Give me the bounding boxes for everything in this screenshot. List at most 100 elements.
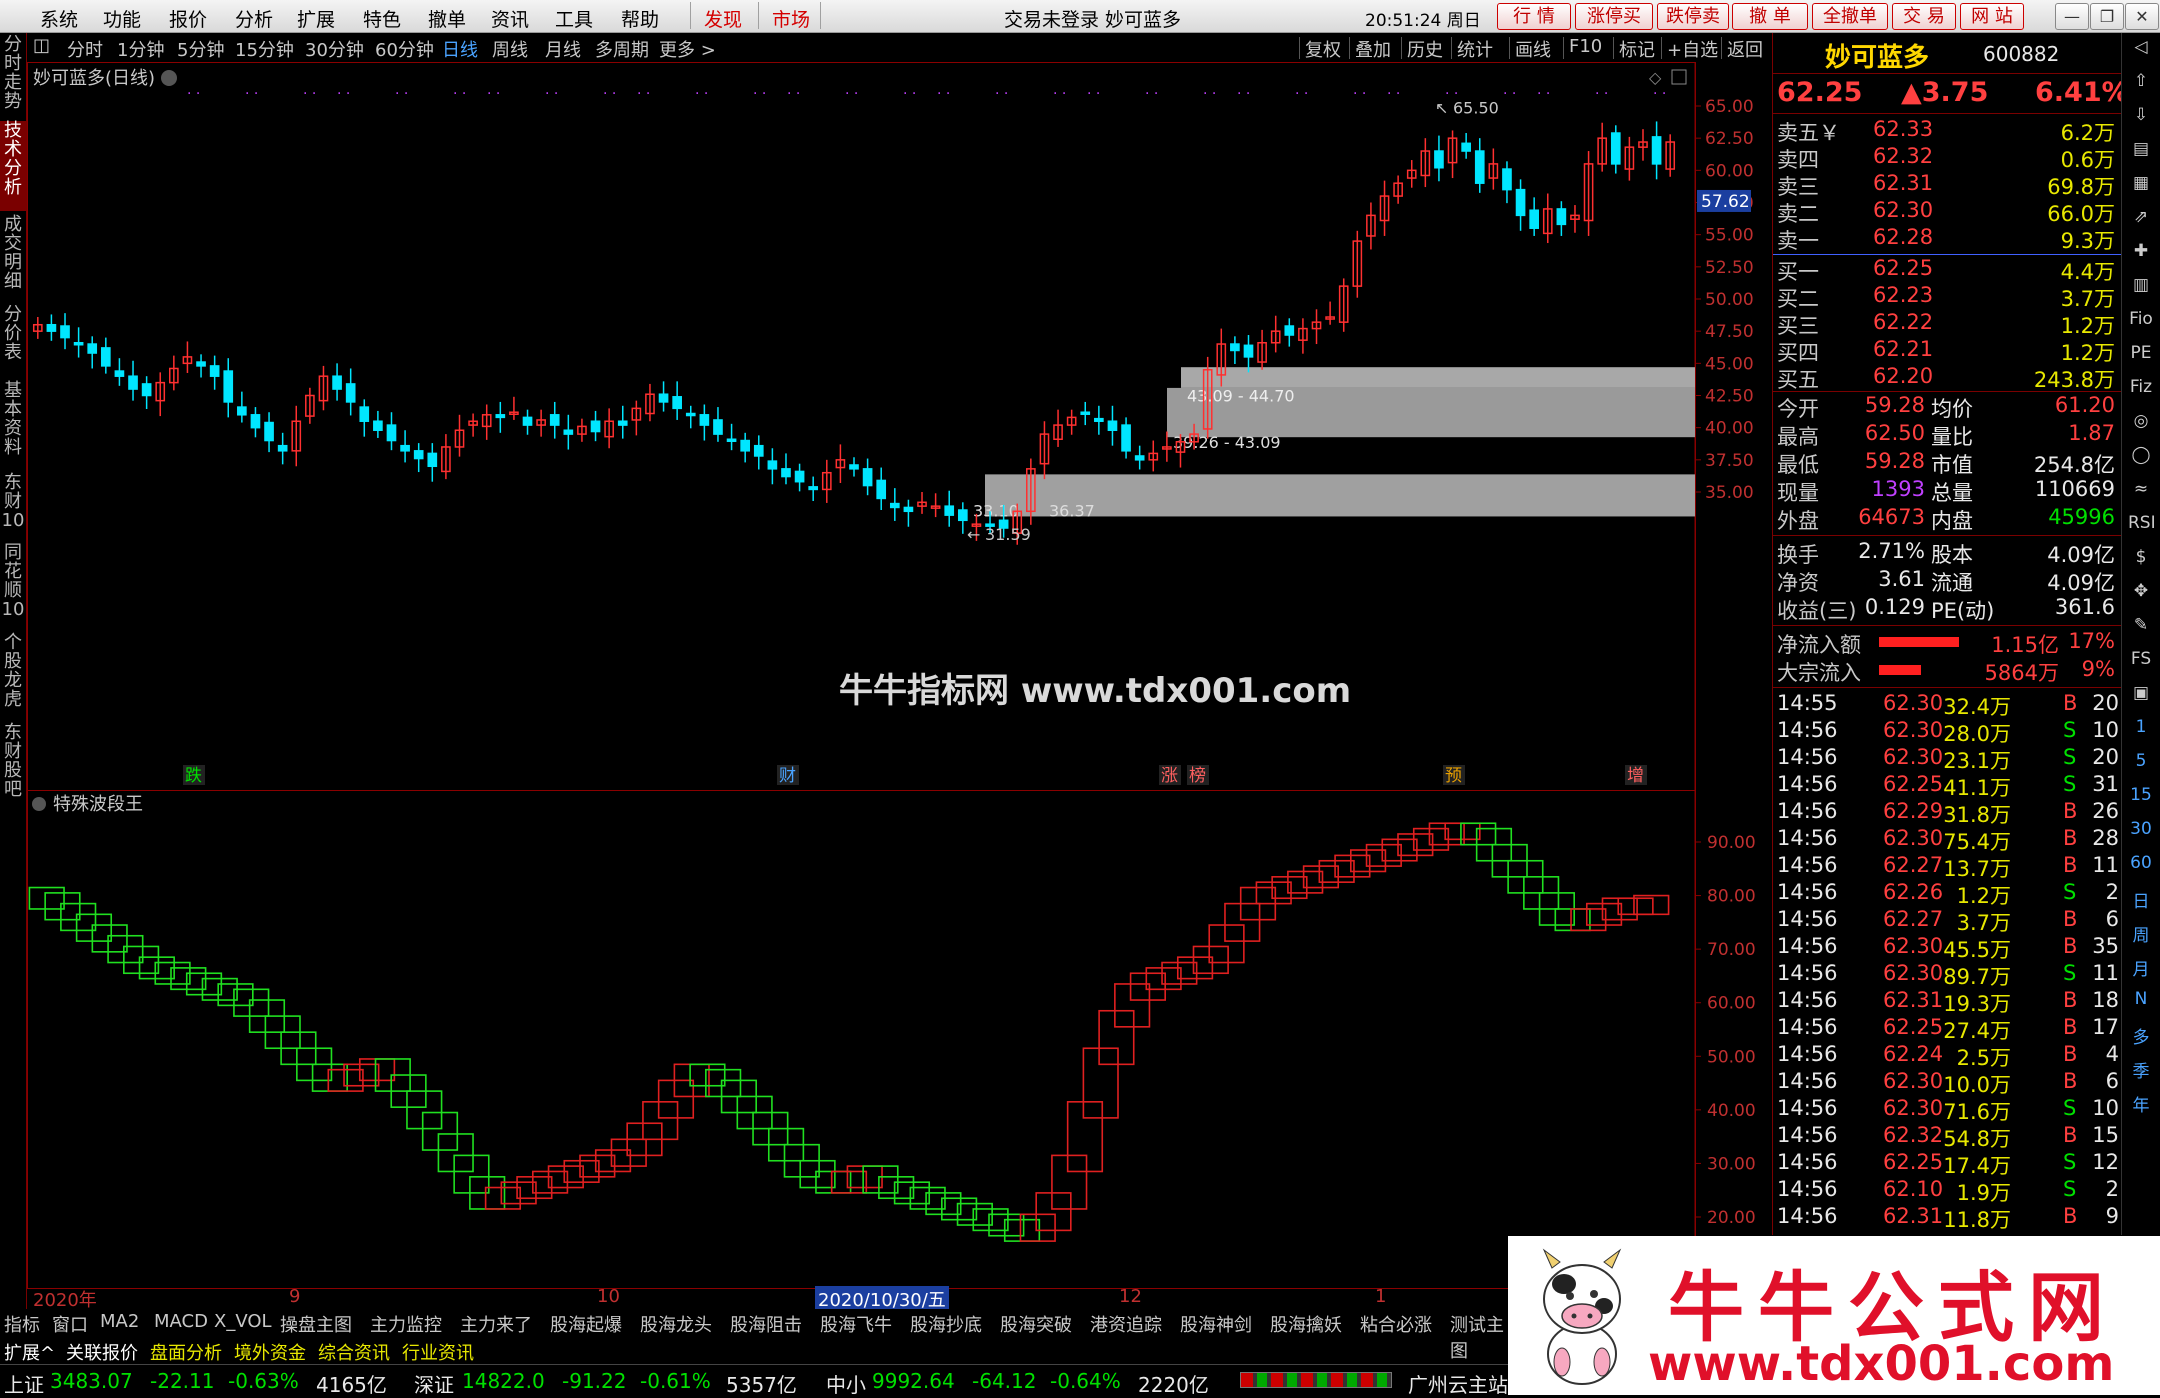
- menu-item[interactable]: 功能: [103, 5, 141, 32]
- indicator-tab[interactable]: 股海抄底: [910, 1311, 982, 1337]
- trade-button[interactable]: 涨停买: [1575, 3, 1653, 30]
- bid-row[interactable]: 买一 62.25 4.4万: [1773, 256, 2121, 284]
- toolbar-button[interactable]: 标记: [1619, 36, 1655, 62]
- toolbar-button[interactable]: 叠加: [1355, 36, 1391, 62]
- toolbar-icon[interactable]: 1: [2128, 717, 2154, 737]
- extension-tab[interactable]: 境外资金: [234, 1339, 306, 1365]
- indicator-tab[interactable]: X_VOL: [214, 1311, 272, 1332]
- toolbar-icon[interactable]: ▣: [2128, 683, 2154, 703]
- period-tab[interactable]: 1分钟: [117, 36, 164, 62]
- extension-tab[interactable]: 行业资讯: [402, 1339, 474, 1365]
- indicator-tab[interactable]: 主力监控: [370, 1311, 442, 1337]
- toolbar-button[interactable]: +自选: [1667, 36, 1718, 62]
- indicator-tab[interactable]: 股海起爆: [550, 1311, 622, 1337]
- tick-row[interactable]: 14:56 62.26 1.2万 S 2: [1773, 880, 2121, 908]
- tick-row[interactable]: 14:56 62.30 71.6万 S 10: [1773, 1096, 2121, 1124]
- tick-row[interactable]: 14:56 62.29 31.8万 B 26: [1773, 799, 2121, 827]
- indicator-tab[interactable]: 粘合必涨: [1360, 1311, 1432, 1337]
- trade-button[interactable]: 网 站: [1960, 3, 2024, 30]
- toolbar-icon[interactable]: ⇩: [2128, 105, 2154, 125]
- menu-item[interactable]: 报价: [169, 5, 207, 32]
- toolbar-icon[interactable]: 60: [2128, 853, 2154, 873]
- period-tab[interactable]: 更多 >: [659, 36, 716, 62]
- toolbar-icon[interactable]: 15: [2128, 785, 2154, 805]
- toolbar-icon[interactable]: PE: [2128, 343, 2154, 363]
- left-tab[interactable]: 分时走势: [0, 35, 26, 119]
- tick-row[interactable]: 14:55 62.30 32.4万 B 20: [1773, 691, 2121, 719]
- toolbar-icon[interactable]: Fiz: [2128, 377, 2154, 397]
- toolbar-button[interactable]: 统计: [1457, 36, 1493, 62]
- tick-row[interactable]: 14:56 62.25 41.1万 S 31: [1773, 772, 2121, 800]
- ask-row[interactable]: 卖二 62.30 66.0万: [1773, 198, 2121, 226]
- bid-row[interactable]: 买三 62.22 1.2万: [1773, 310, 2121, 338]
- left-tab[interactable]: 基本资料: [0, 381, 26, 469]
- period-tab[interactable]: 15分钟: [235, 36, 294, 62]
- extension-tab[interactable]: 关联报价: [66, 1339, 138, 1365]
- menu-item[interactable]: 资讯: [491, 5, 529, 32]
- trade-button[interactable]: 交 易: [1892, 3, 1956, 30]
- toolbar-icon[interactable]: N: [2128, 989, 2154, 1009]
- indicator-tab[interactable]: 股海龙头: [640, 1311, 712, 1337]
- extension-tab[interactable]: 扩展^: [4, 1339, 55, 1365]
- menu-item[interactable]: 帮助: [621, 5, 659, 32]
- toolbar-icon[interactable]: 5: [2128, 751, 2154, 771]
- menu-item[interactable]: 系统: [40, 5, 78, 32]
- toolbar-icon[interactable]: 多: [2128, 1023, 2154, 1048]
- period-tab[interactable]: 30分钟: [305, 36, 364, 62]
- menu-item-highlight[interactable]: 市场: [772, 5, 810, 32]
- indicator-tab[interactable]: 股海飞牛: [820, 1311, 892, 1337]
- toolbar-icon[interactable]: 30: [2128, 819, 2154, 839]
- toolbar-icon[interactable]: ✥: [2128, 581, 2154, 601]
- tick-row[interactable]: 14:56 62.30 28.0万 S 10: [1773, 718, 2121, 746]
- toolbar-icon[interactable]: 年: [2128, 1091, 2154, 1116]
- indicator-tab[interactable]: 股海突破: [1000, 1311, 1072, 1337]
- left-tab[interactable]: 技术分析: [0, 121, 26, 211]
- toolbar-button[interactable]: 画线: [1515, 36, 1551, 62]
- toolbar-icon[interactable]: ▤: [2128, 139, 2154, 159]
- toolbar-button[interactable]: 返回: [1727, 36, 1763, 62]
- toolbar-button[interactable]: 历史: [1407, 36, 1443, 62]
- period-tab[interactable]: 月线: [545, 36, 581, 62]
- toolbar-icon[interactable]: ◎: [2128, 411, 2154, 431]
- ask-row[interactable]: 卖四 62.32 0.6万: [1773, 144, 2121, 172]
- event-mark[interactable]: 涨: [1161, 766, 1178, 786]
- indicator-tab[interactable]: 指标: [4, 1311, 40, 1337]
- indicator-tab[interactable]: MA2: [100, 1311, 139, 1332]
- event-mark[interactable]: 财: [779, 766, 796, 786]
- left-tab[interactable]: 个股龙虎: [0, 633, 26, 719]
- tick-row[interactable]: 14:56 62.30 10.0万 B 6: [1773, 1069, 2121, 1097]
- event-mark[interactable]: 跌: [185, 766, 202, 786]
- left-tab[interactable]: 东财股吧: [0, 723, 26, 813]
- toolbar-icon[interactable]: FS: [2128, 649, 2154, 669]
- chart-settings-icon[interactable]: [161, 70, 177, 86]
- indicator-tab[interactable]: 港资追踪: [1090, 1311, 1162, 1337]
- period-tab[interactable]: 日线: [442, 36, 478, 62]
- indicator-tab[interactable]: 股海神剑: [1180, 1311, 1252, 1337]
- menu-item[interactable]: 特色: [363, 5, 401, 32]
- menu-item[interactable]: 工具: [555, 5, 593, 32]
- restore-icon[interactable]: ❐: [2090, 3, 2124, 30]
- left-tab[interactable]: 同花顺10: [0, 543, 26, 629]
- tick-row[interactable]: 14:56 62.30 75.4万 B 28: [1773, 826, 2121, 854]
- tick-row[interactable]: 14:56 62.31 11.8万 B 9: [1773, 1204, 2121, 1232]
- trade-button[interactable]: 行 情: [1497, 3, 1571, 30]
- event-mark[interactable]: 预: [1445, 766, 1462, 786]
- ad-banner[interactable]: 牛牛公式网 www.tdx001.com: [1508, 1236, 2160, 1395]
- toolbar-icon[interactable]: ✎: [2128, 615, 2154, 635]
- period-tab[interactable]: 分时: [67, 36, 103, 62]
- sidebar-toggle-icon[interactable]: ◫: [33, 35, 50, 56]
- period-tab[interactable]: 周线: [492, 36, 528, 62]
- close-icon[interactable]: ✕: [2125, 3, 2159, 30]
- tick-row[interactable]: 14:56 62.10 1.9万 S 2: [1773, 1177, 2121, 1205]
- menu-item[interactable]: 扩展: [297, 5, 335, 32]
- tick-row[interactable]: 14:56 62.31 19.3万 B 18: [1773, 988, 2121, 1016]
- minimize-icon[interactable]: —: [2055, 3, 2089, 30]
- period-tab[interactable]: 60分钟: [375, 36, 434, 62]
- ask-row[interactable]: 卖一 62.28 9.3万: [1773, 225, 2121, 253]
- toolbar-button[interactable]: F10: [1569, 36, 1602, 57]
- trade-button[interactable]: 跌停卖: [1657, 3, 1729, 30]
- left-tab[interactable]: 分价表: [0, 305, 26, 377]
- tick-row[interactable]: 14:56 62.32 54.8万 B 15: [1773, 1123, 2121, 1151]
- event-mark[interactable]: 榜: [1189, 766, 1206, 786]
- indicator-tab[interactable]: 股海擒妖: [1270, 1311, 1342, 1337]
